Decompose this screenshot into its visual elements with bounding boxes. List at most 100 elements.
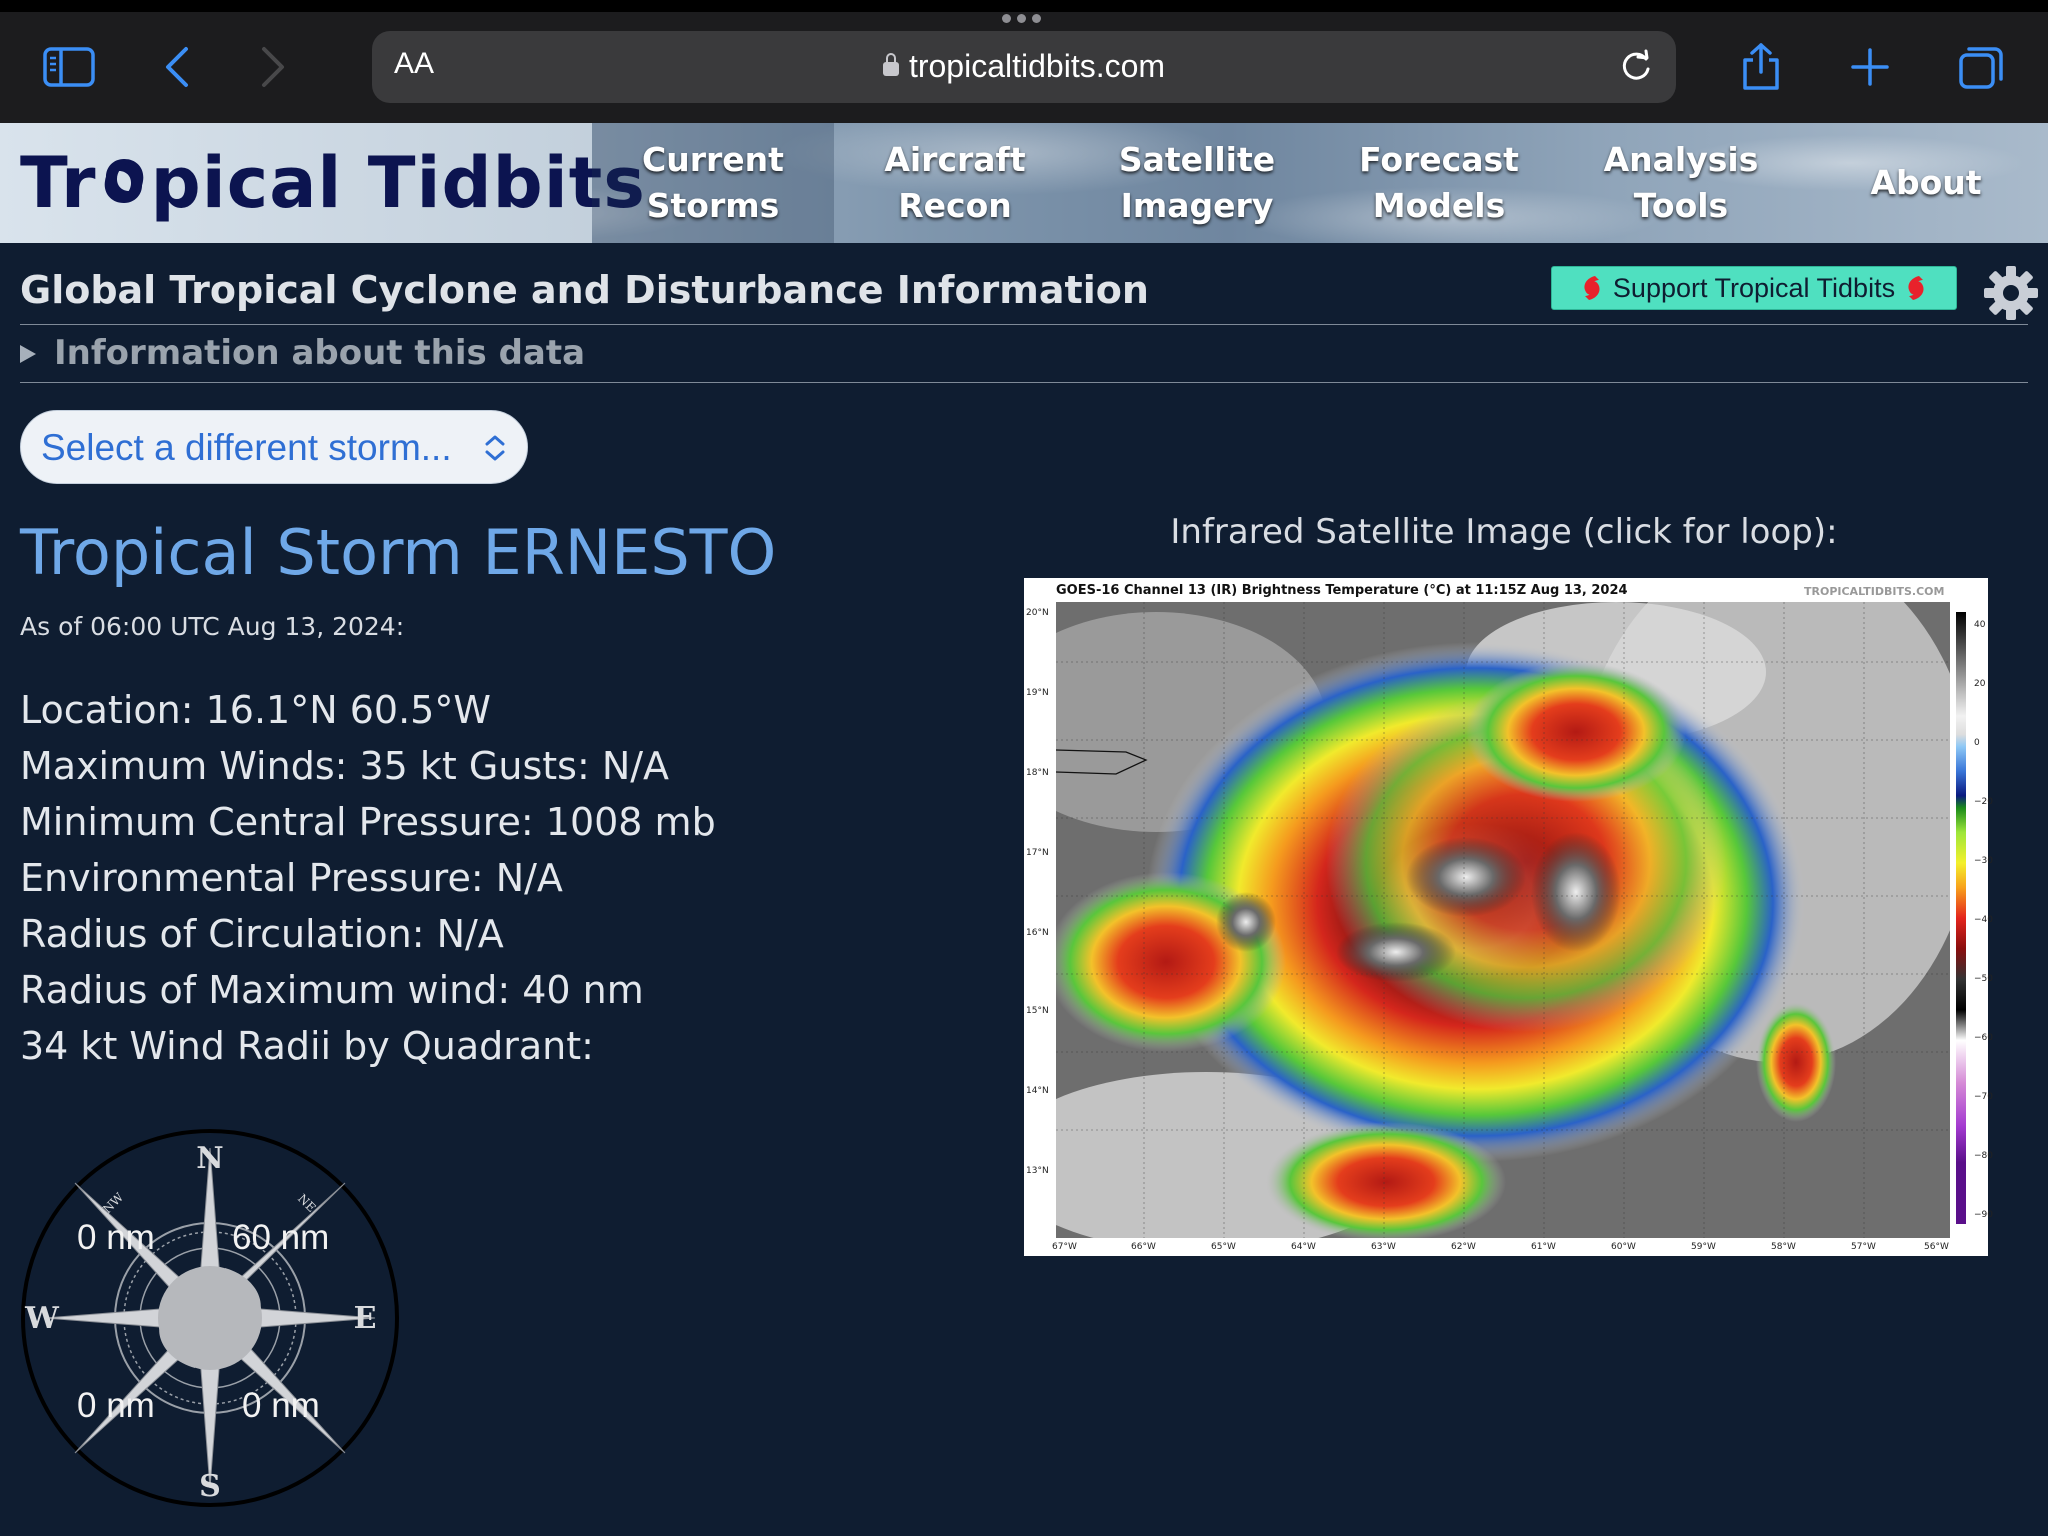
share-icon[interactable] (1734, 40, 1788, 94)
stat-winds: Maximum Winds: 35 kt Gusts: N/A (20, 744, 670, 788)
lon-label: 62°W (1451, 1242, 1476, 1252)
lon-label: 58°W (1771, 1242, 1796, 1252)
nav-label-line2: Imagery (1120, 186, 1274, 225)
radius-se: 0 nm (242, 1386, 320, 1425)
nav-label-line2: Storms (646, 186, 780, 225)
colorbar-label: −40 (1974, 915, 1993, 925)
lat-label: 15°N (1026, 1006, 1049, 1016)
nav-about[interactable]: About (1802, 123, 2048, 243)
nav-label-line1: Satellite (1118, 140, 1276, 179)
lat-label: 19°N (1026, 688, 1049, 698)
lat-label: 20°N (1026, 608, 1049, 618)
chevron-up-down-icon (483, 433, 507, 467)
colorbar-label: −80 (1974, 1151, 1993, 1161)
back-icon[interactable] (150, 40, 204, 94)
colorbar-label: 0 (1974, 738, 1980, 748)
page-title: Global Tropical Cyclone and Disturbance … (20, 268, 1149, 312)
satellite-credit: TROPICALTIDBITS.COM (1804, 585, 1945, 598)
nav-analysis-tools[interactable]: Analysis Tools (1560, 123, 1802, 243)
stat-rmw: Radius of Maximum wind: 40 nm (20, 968, 644, 1012)
temperature-colorbar (1956, 612, 1966, 1224)
support-button[interactable]: Support Tropical Tidbits (1551, 266, 1957, 310)
stat-env-pressure: Environmental Pressure: N/A (20, 856, 563, 900)
compass-s-label: S (199, 1469, 221, 1504)
wind-radii-compass: N S W E NW NE 0 nm 60 nm 0 nm 0 nm (20, 1128, 400, 1508)
stat-circulation: Radius of Circulation: N/A (20, 912, 504, 956)
main-nav: Current Storms Aircraft Recon Satellite Ima… (592, 123, 2048, 243)
lat-label: 14°N (1026, 1086, 1049, 1096)
nav-forecast-models[interactable]: Forecast Models (1318, 123, 1560, 243)
compass-w-label: W (24, 1301, 60, 1336)
colorbar-label: −50 (1974, 974, 1993, 984)
tabs-overview-icon[interactable] (1954, 40, 2008, 94)
satellite-title: GOES-16 Channel 13 (IR) Brightness Tempe… (1056, 583, 1628, 598)
advisory-time: As of 06:00 UTC Aug 13, 2024: (20, 612, 405, 641)
lock-icon (882, 53, 899, 76)
sidebar-icon[interactable] (42, 40, 96, 94)
colorbar-label: 40 (1974, 620, 1986, 630)
nav-label-line1: Forecast (1359, 140, 1519, 179)
nav-satellite-imagery[interactable]: Satellite Imagery (1076, 123, 1318, 243)
nav-current-storms[interactable]: Current Storms (592, 123, 834, 243)
nav-label-line1: Aircraft (884, 140, 1026, 179)
radius-ne: 60 nm (232, 1218, 330, 1257)
compass-n-label: N (196, 1141, 223, 1176)
storm-select-label: Select a different storm... (41, 427, 452, 468)
multitasking-dots[interactable] (1002, 14, 1041, 23)
colorbar-label: 20 (1974, 679, 1986, 689)
info-disclosure[interactable]: Information about this data (20, 325, 2028, 383)
nav-label-line1: About (1870, 163, 1982, 202)
url-text: tropicaltidbits.com (908, 48, 1166, 84)
lon-label: 65°W (1211, 1242, 1236, 1252)
storm-name: Tropical Storm ERNESTO (20, 516, 777, 589)
support-label: Support Tropical Tidbits (1612, 272, 1896, 303)
lat-label: 18°N (1026, 768, 1049, 778)
stat-pressure: Minimum Central Pressure: 1008 mb (20, 800, 716, 844)
lon-label: 67°W (1052, 1242, 1077, 1252)
address-bar[interactable]: AA tropicaltidbits.com (372, 31, 1676, 103)
status-strip (0, 0, 2048, 12)
storm-stats: Location: 16.1°N 60.5°W Maximum Winds: 3… (20, 682, 716, 1074)
hurricane-icon (1908, 276, 1924, 300)
hurricane-logo-icon (104, 159, 143, 203)
lat-label: 13°N (1026, 1166, 1049, 1176)
stat-location: Location: 16.1°N 60.5°W (20, 688, 491, 732)
compass-e-label: E (354, 1301, 377, 1336)
logo-text-start: Tr (20, 142, 97, 224)
radius-nw: 0 nm (77, 1218, 155, 1257)
lon-label: 57°W (1851, 1242, 1876, 1252)
new-tab-icon[interactable] (1843, 40, 1897, 94)
reload-icon[interactable] (1618, 49, 1654, 89)
satellite-caption: Infrared Satellite Image (click for loop… (1170, 512, 1838, 552)
url-display[interactable]: tropicaltidbits.com (372, 48, 1676, 85)
forward-icon[interactable] (246, 40, 300, 94)
lon-label: 61°W (1531, 1242, 1556, 1252)
disclosure-triangle-icon (20, 345, 36, 363)
stat-wind-radii-label: 34 kt Wind Radii by Quadrant: (20, 1024, 594, 1068)
colorbar-label: −90 (1974, 1210, 1993, 1220)
lon-label: 64°W (1291, 1242, 1316, 1252)
lon-label: 56°W (1924, 1242, 1949, 1252)
nav-label-line2: Recon (898, 186, 1012, 225)
compass-rose-icon: N S W E NW NE (21, 1129, 399, 1507)
lon-label: 66°W (1131, 1242, 1156, 1252)
page-header: Global Tropical Cyclone and Disturbance … (20, 262, 2038, 325)
settings-gear-icon[interactable] (1982, 264, 2040, 322)
colorbar-label: −20 (1974, 797, 1993, 807)
site-header: Tr pical Tidbits Current Storms Aircraft Re… (0, 123, 2048, 243)
satellite-image-link[interactable]: GOES-16 Channel 13 (IR) Brightness Tempe… (1024, 578, 1993, 1256)
hurricane-icon (1584, 276, 1600, 300)
info-label: Information about this data (54, 333, 586, 373)
nav-label-line1: Analysis (1603, 140, 1759, 179)
lon-label: 60°W (1611, 1242, 1636, 1252)
lon-label: 59°W (1691, 1242, 1716, 1252)
colorbar-label: −70 (1974, 1092, 1993, 1102)
lat-label: 17°N (1026, 848, 1049, 858)
storm-select-dropdown[interactable]: Select a different storm... (20, 410, 528, 484)
hurricane-symbol (158, 1266, 262, 1370)
logo-text-end: pical Tidbits (150, 142, 646, 224)
nav-aircraft-recon[interactable]: Aircraft Recon (834, 123, 1076, 243)
site-logo[interactable]: Tr pical Tidbits (0, 123, 645, 243)
browser-toolbar: AA tropicaltidbits.com (0, 0, 2048, 123)
colorbar-label: −30 (1974, 856, 1993, 866)
